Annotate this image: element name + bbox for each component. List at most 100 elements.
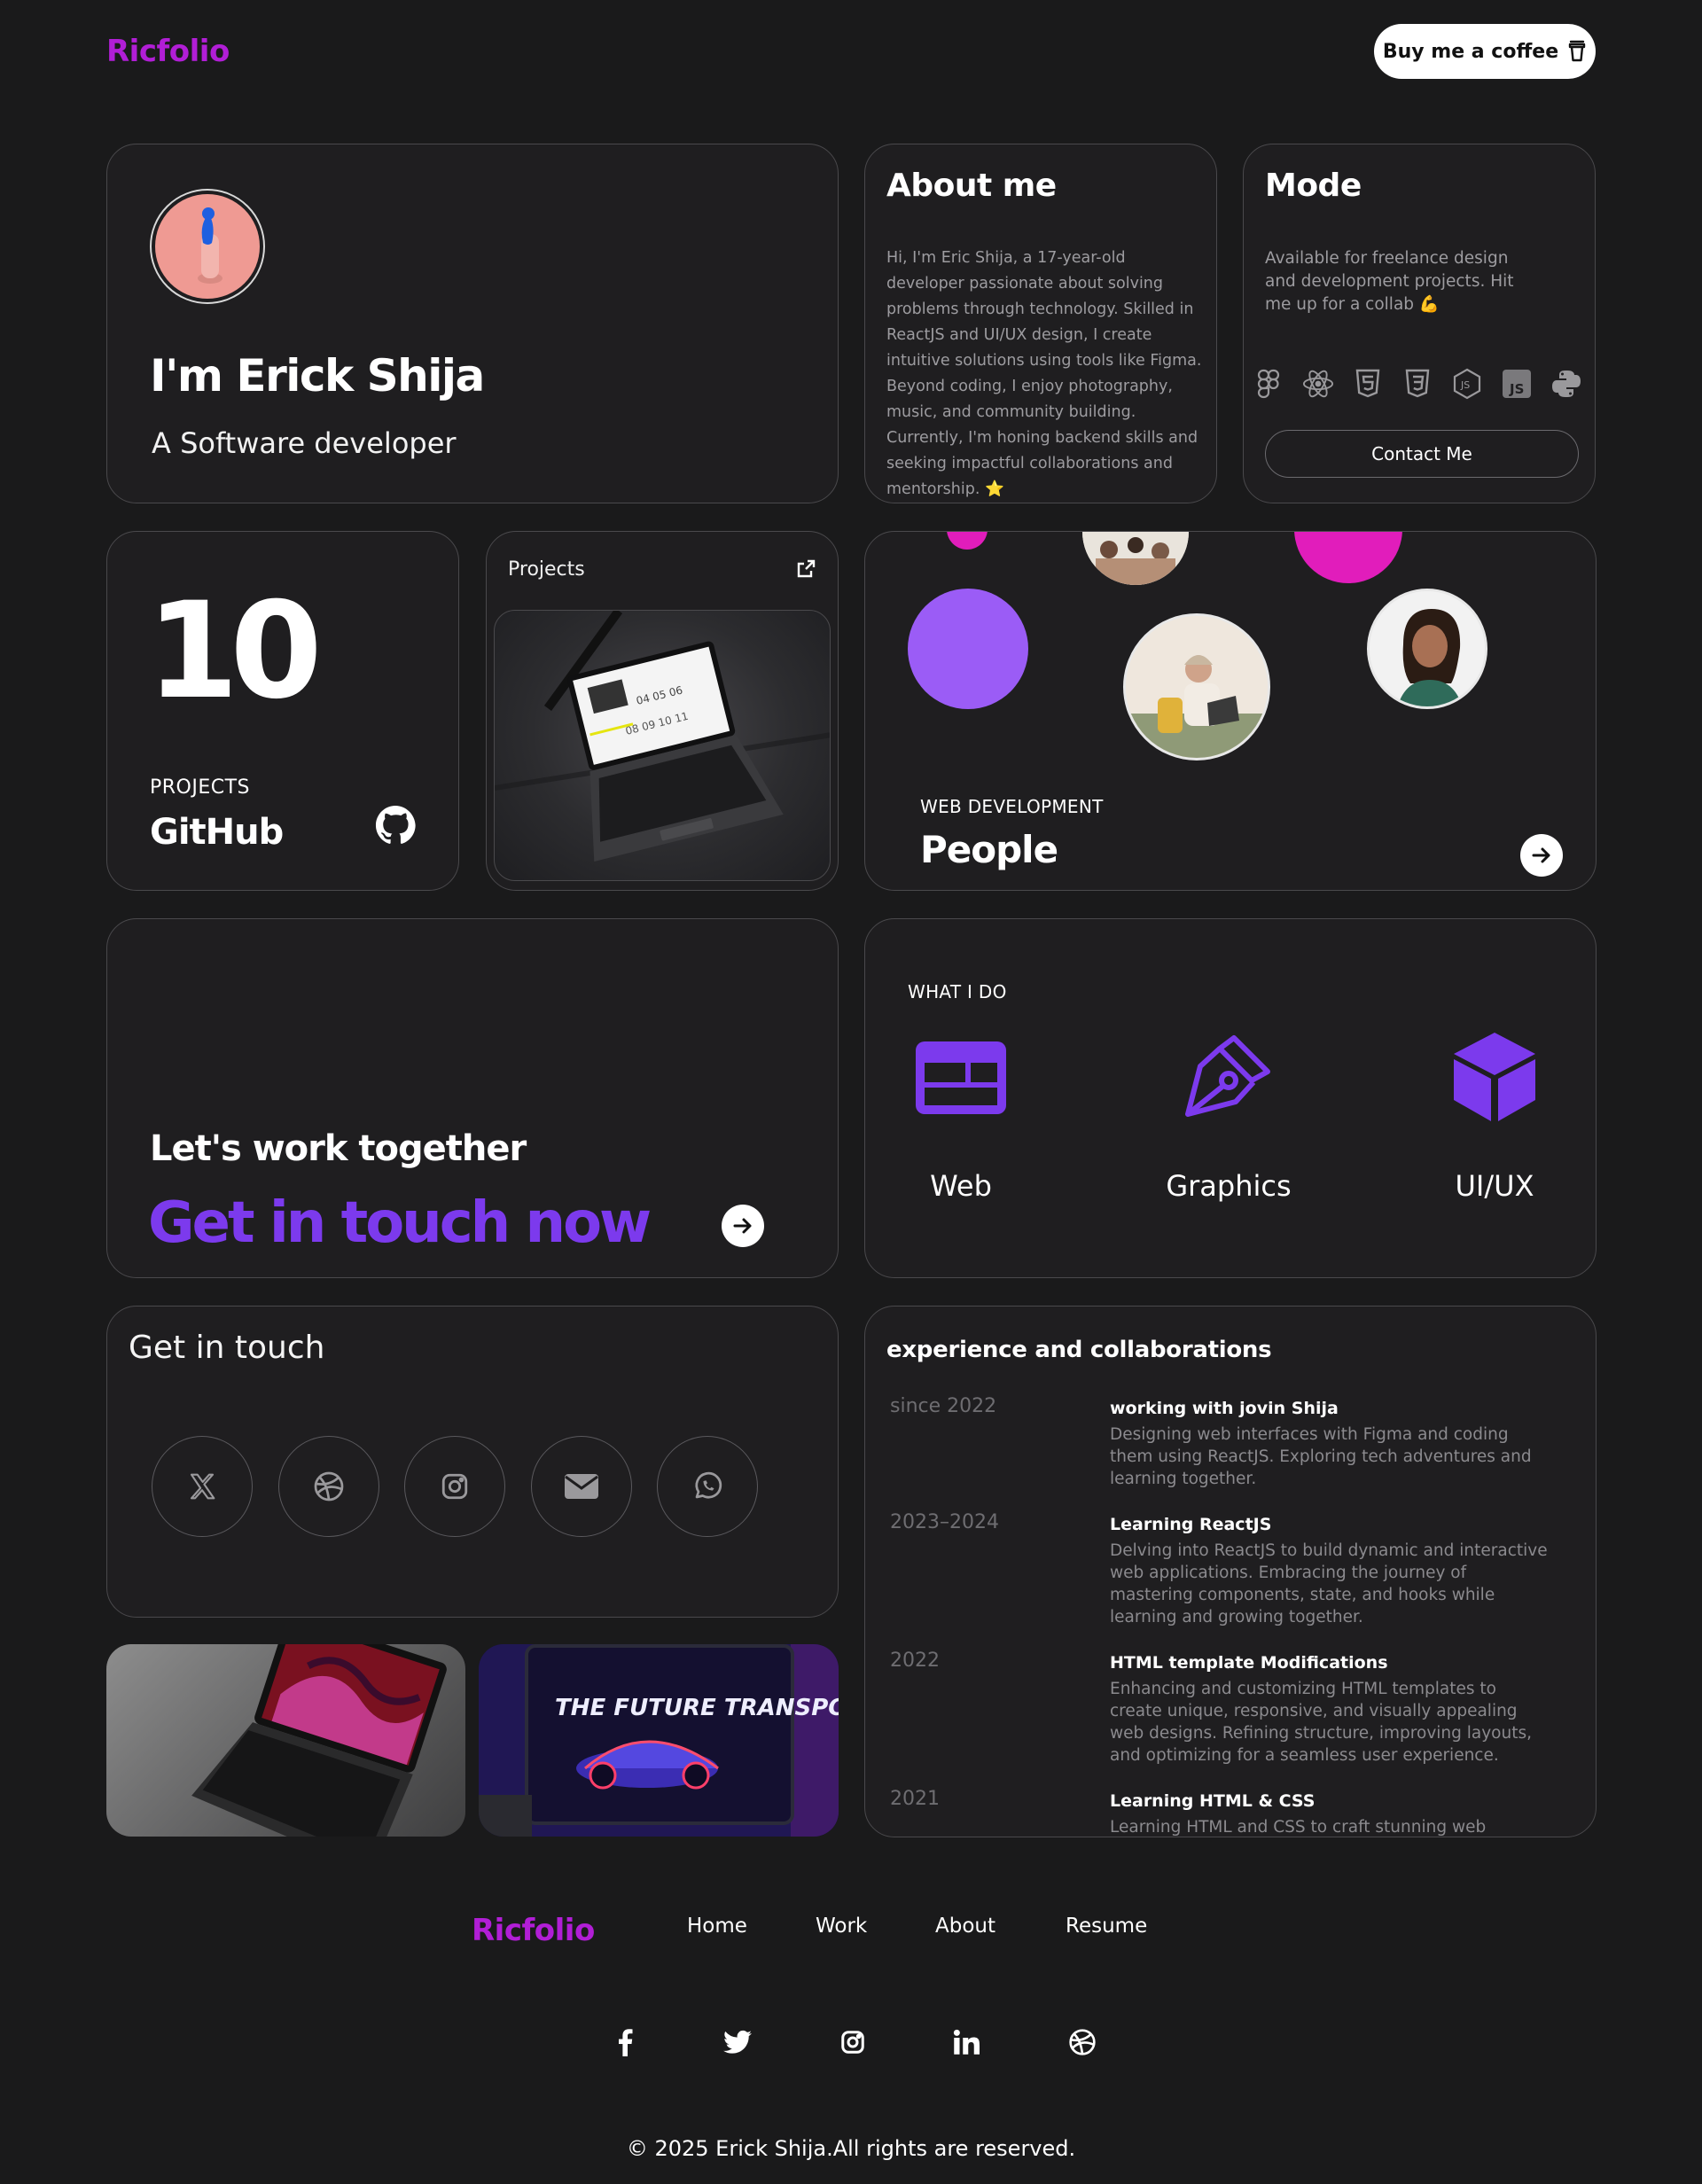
svg-text:JS: JS bbox=[1460, 379, 1470, 391]
experience-title: experience and collaborations bbox=[886, 1337, 1272, 1363]
footer-nav-about[interactable]: About bbox=[935, 1915, 995, 1938]
footer-logo[interactable]: Ricfolio bbox=[472, 1913, 595, 1948]
work-together-card[interactable]: Let's work together Get in touch now bbox=[106, 918, 839, 1278]
python-icon bbox=[1550, 368, 1582, 400]
footer-nav-resume[interactable]: Resume bbox=[1066, 1915, 1147, 1938]
cta-arrow-button[interactable] bbox=[722, 1205, 764, 1247]
about-title: About me bbox=[886, 168, 1057, 204]
team-photo bbox=[1082, 532, 1189, 585]
projects-title: Projects bbox=[508, 558, 585, 581]
projects-card[interactable]: Projects 04 05 06 08 09 10 11 bbox=[486, 531, 839, 891]
footer-nav-home[interactable]: Home bbox=[687, 1915, 747, 1938]
about-text: Hi, I'm Eric Shija, a 17-year-old develo… bbox=[886, 249, 1202, 498]
laptop-showcase-image bbox=[106, 1644, 465, 1837]
mode-text: Available for freelance design and devel… bbox=[1265, 249, 1514, 314]
svg-text:JS: JS bbox=[1509, 381, 1524, 397]
get-in-touch-card: Get in touch bbox=[106, 1306, 839, 1618]
linkedin-icon bbox=[953, 2029, 980, 2055]
footer-dribbble-link[interactable] bbox=[1066, 2026, 1098, 2058]
html5-icon bbox=[1352, 368, 1384, 400]
email-link[interactable] bbox=[531, 1436, 632, 1537]
arrow-right-icon bbox=[733, 1218, 752, 1234]
exp-year: 2023–2024 bbox=[890, 1511, 999, 1533]
figma-icon bbox=[1253, 368, 1284, 400]
decor-dot bbox=[947, 532, 988, 550]
site-logo[interactable]: Ricfolio bbox=[106, 34, 230, 69]
exp-year: 2021 bbox=[890, 1788, 940, 1810]
dribbble-link[interactable] bbox=[278, 1436, 379, 1537]
facebook-icon bbox=[619, 2029, 633, 2056]
nodejs-icon: JS bbox=[1451, 368, 1483, 400]
buy-coffee-label: Buy me a coffee bbox=[1382, 40, 1559, 63]
exp-desc: Designing web interfaces with Figma and … bbox=[1110, 1425, 1532, 1488]
decor-circle-purple bbox=[908, 589, 1028, 709]
project-count: 10 bbox=[146, 574, 323, 729]
footer-twitter-link[interactable] bbox=[722, 2026, 753, 2058]
contact-me-button[interactable]: Contact Me bbox=[1265, 430, 1579, 478]
person-portrait-photo bbox=[1367, 589, 1487, 709]
about-card: About me Hi, I'm Eric Shija, a 17-year-o… bbox=[864, 144, 1217, 503]
footer-facebook-link[interactable] bbox=[609, 2026, 641, 2058]
people-arrow-button[interactable] bbox=[1520, 834, 1563, 877]
mode-title: Mode bbox=[1265, 168, 1362, 204]
future-transport-image: THE FUTURE TRANSPORTATION bbox=[479, 1644, 839, 1837]
exp-desc: Enhancing and customizing HTML templates… bbox=[1110, 1680, 1532, 1765]
showcase-headline: THE FUTURE TRANSPORTATION bbox=[555, 1695, 839, 1721]
twitter-icon bbox=[723, 2030, 752, 2054]
whatsapp-icon bbox=[695, 1471, 722, 1499]
laptop-project-image: 04 05 06 08 09 10 11 bbox=[494, 610, 831, 881]
cta-line2[interactable]: Get in touch now bbox=[148, 1190, 652, 1256]
services-eyebrow: WHAT I DO bbox=[908, 981, 1007, 1002]
dribbble-icon bbox=[1069, 2029, 1096, 2055]
javascript-icon: JS bbox=[1501, 368, 1533, 400]
copyright: © 2025 Erick Shija.All rights are reserv… bbox=[626, 2136, 1076, 2161]
cube-icon bbox=[1454, 1033, 1535, 1121]
intro-role: A Software developer bbox=[152, 426, 457, 460]
web-layout-icon bbox=[916, 1041, 1006, 1114]
cta-line1: Let's work together bbox=[150, 1128, 527, 1169]
people-eyebrow: WEB DEVELOPMENT bbox=[920, 796, 1104, 817]
exp-desc: Delving into ReactJS to build dynamic an… bbox=[1110, 1541, 1548, 1626]
decor-circle-magenta bbox=[1294, 532, 1402, 583]
dribbble-icon bbox=[314, 1471, 344, 1502]
github-projects-card[interactable]: 10 PROJECTS GitHub bbox=[106, 531, 459, 891]
external-link-icon[interactable] bbox=[795, 558, 816, 580]
email-icon bbox=[565, 1474, 598, 1499]
people-title: People bbox=[920, 828, 1058, 871]
footer-nav-work[interactable]: Work bbox=[816, 1915, 867, 1938]
x-icon bbox=[190, 1473, 215, 1500]
mode-card: Mode Available for freelance design and … bbox=[1243, 144, 1596, 503]
footer-instagram-link[interactable] bbox=[837, 2026, 869, 2058]
github-icon[interactable] bbox=[375, 805, 416, 846]
pen-tool-icon bbox=[1185, 1035, 1270, 1117]
service-label-web: Web bbox=[930, 1169, 992, 1203]
instagram-icon bbox=[841, 2031, 864, 2054]
person-laptop-photo bbox=[1123, 613, 1270, 760]
arrow-right-icon bbox=[1532, 847, 1550, 863]
avatar bbox=[150, 189, 265, 304]
exp-year: since 2022 bbox=[890, 1395, 997, 1417]
service-label-uiux: UI/UX bbox=[1455, 1169, 1534, 1203]
service-label-graphics: Graphics bbox=[1166, 1169, 1292, 1203]
instagram-icon bbox=[441, 1473, 468, 1500]
experience-card: experience and collaborations since 2022… bbox=[864, 1306, 1597, 1837]
footer-linkedin-link[interactable] bbox=[950, 2026, 982, 2058]
exp-title: working with jovin Shija bbox=[1110, 1399, 1339, 1418]
exp-desc: Learning HTML and CSS to craft stunning … bbox=[1110, 1818, 1487, 1837]
x-link[interactable] bbox=[152, 1436, 253, 1537]
buy-coffee-button[interactable]: Buy me a coffee bbox=[1374, 24, 1596, 79]
intro-card: I'm Erick Shija A Software developer bbox=[106, 144, 839, 503]
instagram-link[interactable] bbox=[404, 1436, 505, 1537]
css3-icon bbox=[1401, 368, 1433, 400]
tech-stack: JS JS bbox=[1253, 368, 1582, 400]
what-i-do-card: WHAT I DO Web Graphics UI/UX bbox=[864, 918, 1597, 1278]
intro-name: I'm Erick Shija bbox=[150, 350, 485, 402]
whatsapp-link[interactable] bbox=[657, 1436, 758, 1537]
contact-title: Get in touch bbox=[129, 1330, 325, 1366]
react-icon bbox=[1302, 368, 1334, 400]
projects-label: PROJECTS bbox=[150, 776, 251, 799]
people-card: WEB DEVELOPMENT People bbox=[864, 531, 1597, 891]
exp-title: Learning ReactJS bbox=[1110, 1515, 1272, 1534]
exp-year: 2022 bbox=[890, 1650, 940, 1672]
coffee-cup-icon bbox=[1568, 40, 1586, 62]
